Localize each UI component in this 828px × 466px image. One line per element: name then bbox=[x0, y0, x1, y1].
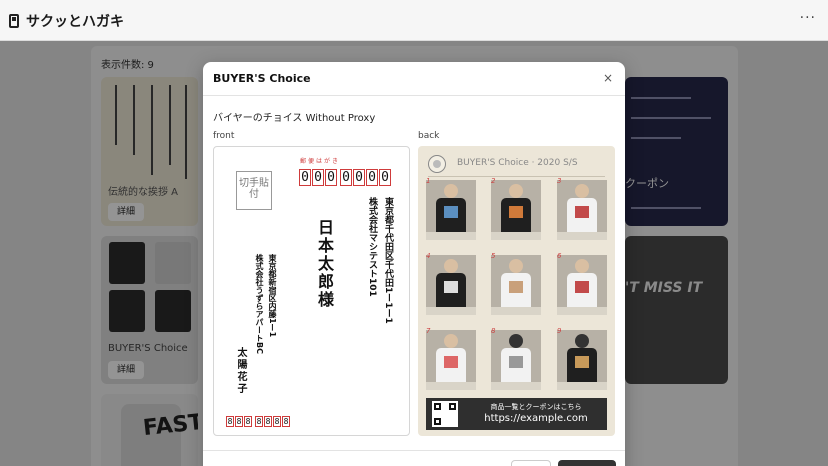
sender-name: 太陽花子 bbox=[235, 347, 246, 395]
product-item: 9 bbox=[557, 327, 607, 390]
divider bbox=[428, 176, 605, 177]
postcard-back: BUYER'S Choice · 2020 S/S 1 2 3 4 5 6 7 … bbox=[418, 146, 615, 436]
zip-digit: 0 bbox=[325, 169, 337, 186]
postcard-icon bbox=[9, 14, 19, 28]
recipient-zip: 0 0 0 0 0 0 0 bbox=[299, 169, 392, 186]
stamp-box: 切手貼付 bbox=[236, 171, 272, 210]
tshirt-print bbox=[444, 206, 458, 218]
tshirt-print bbox=[575, 206, 589, 218]
brand-logo-icon bbox=[428, 155, 446, 173]
tshirt-print bbox=[509, 206, 523, 218]
item-number: 7 bbox=[426, 327, 431, 335]
model-head bbox=[444, 259, 458, 273]
zip-digit: 0 bbox=[312, 169, 324, 186]
close-icon[interactable]: × bbox=[603, 71, 613, 85]
product-item: 3 bbox=[557, 177, 607, 240]
qr-code-icon bbox=[432, 401, 458, 427]
product-item: 7 bbox=[426, 327, 476, 390]
zip-digit: 8 bbox=[244, 416, 252, 427]
product-item: 4 bbox=[426, 252, 476, 315]
sender-address: 東京都新宿区内藤1ー1 bbox=[268, 254, 277, 338]
back-footer: 商品一覧とクーポンはこちら https://example.com bbox=[426, 398, 607, 430]
modal-title: BUYER'S Choice bbox=[213, 72, 311, 85]
product-item: 5 bbox=[491, 252, 541, 315]
modal-subtitle: バイヤーのチョイス Without Proxy bbox=[213, 113, 376, 124]
zip-digit: 8 bbox=[235, 416, 243, 427]
item-number: 3 bbox=[557, 177, 562, 185]
back-header: BUYER'S Choice · 2020 S/S bbox=[457, 158, 578, 168]
zip-digit: 0 bbox=[353, 169, 365, 186]
tshirt-print bbox=[575, 281, 589, 293]
model-head bbox=[509, 184, 523, 198]
recipient-name: 日本太郎様 bbox=[315, 219, 334, 309]
model-head bbox=[575, 184, 589, 198]
postal-caption: 郵便はがき bbox=[300, 158, 341, 165]
postcard-front: 切手貼付 郵便はがき 0 0 0 0 0 0 0 東京都千代田区千代田1ー1ー1… bbox=[213, 146, 410, 436]
modal-header: BUYER'S Choice × bbox=[203, 62, 625, 96]
footer-url: https://example.com bbox=[484, 413, 588, 424]
item-number: 8 bbox=[491, 327, 496, 335]
item-number: 6 bbox=[557, 252, 562, 260]
tshirt-print bbox=[509, 356, 523, 368]
product-item: 6 bbox=[557, 252, 607, 315]
zip-digit: 8 bbox=[226, 416, 234, 427]
zip-digit: 0 bbox=[299, 169, 311, 186]
zip-digit: 8 bbox=[273, 416, 281, 427]
zip-digit: 8 bbox=[282, 416, 290, 427]
item-number: 5 bbox=[491, 252, 496, 260]
model-head bbox=[575, 259, 589, 273]
item-number: 9 bbox=[557, 327, 562, 335]
product-item: 1 bbox=[426, 177, 476, 240]
model-head bbox=[575, 334, 589, 348]
divider bbox=[203, 450, 625, 451]
zip-digit: 0 bbox=[340, 169, 352, 186]
preview-modal: BUYER'S Choice × バイヤーのチョイス Without Proxy… bbox=[203, 62, 625, 466]
product-item: 2 bbox=[491, 177, 541, 240]
recipient-address: 東京都千代田区千代田1ー1ー1 bbox=[383, 197, 393, 324]
tshirt-print bbox=[444, 356, 458, 368]
zip-digit: 8 bbox=[255, 416, 263, 427]
model-head bbox=[444, 334, 458, 348]
primary-action-button[interactable] bbox=[558, 460, 616, 466]
back-label: back bbox=[418, 131, 440, 141]
tshirt-print bbox=[444, 281, 458, 293]
sender-zip: 8 8 8 8 8 8 8 bbox=[226, 416, 291, 427]
model-head bbox=[444, 184, 458, 198]
front-label: front bbox=[213, 131, 235, 141]
item-number: 2 bbox=[491, 177, 496, 185]
zip-digit: 0 bbox=[366, 169, 378, 186]
item-number: 4 bbox=[426, 252, 431, 260]
footer-caption: 商品一覧とクーポンはこちら bbox=[490, 403, 582, 411]
product-item: 8 bbox=[491, 327, 541, 390]
app-title: サクッとハガキ bbox=[26, 14, 124, 30]
tshirt-print bbox=[509, 281, 523, 293]
sender-company: 株式会社うずらアパートBC bbox=[255, 254, 264, 354]
app-header: サクッとハガキ ··· bbox=[0, 0, 828, 41]
tshirt-print bbox=[575, 356, 589, 368]
model-head bbox=[509, 334, 523, 348]
model-head bbox=[509, 259, 523, 273]
recipient-company: 株式会社マシテスト101 bbox=[367, 197, 377, 297]
zip-digit: 0 bbox=[379, 169, 391, 186]
item-number: 1 bbox=[426, 177, 431, 185]
zip-digit: 8 bbox=[264, 416, 272, 427]
cancel-button[interactable] bbox=[511, 460, 551, 466]
more-horizontal-icon[interactable]: ··· bbox=[800, 10, 816, 26]
